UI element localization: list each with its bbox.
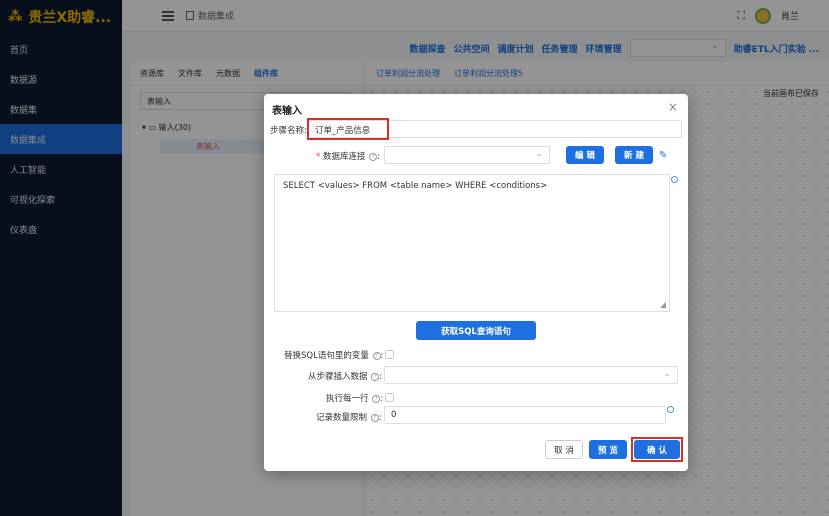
step-name-label: 步骤名称: [270, 126, 307, 136]
new-connection-button[interactable]: 新 建 [615, 146, 653, 164]
required-mark: * [316, 152, 321, 162]
get-sql-button[interactable]: 获取SQL查询语句 [416, 321, 536, 340]
highlight-box-step-name [307, 118, 389, 140]
limit-label: 记录数量限制 ?: [316, 413, 382, 423]
step-name-label-text: 步骤名称 [270, 126, 305, 136]
limit-label-text: 记录数量限制 [316, 413, 368, 423]
sql-text: SELECT <values> FROM <table name> WHERE … [283, 181, 548, 191]
help-icon[interactable]: ? [371, 372, 380, 381]
resize-handle-icon[interactable]: ◢ [660, 300, 666, 309]
insert-from-step-select[interactable]: ⌄ [384, 366, 678, 384]
db-connection-select[interactable]: ⌄ [384, 146, 550, 164]
exec-each-row-label-text: 执行每一行 [326, 394, 369, 404]
db-conn-label-text: 数据库连接 [322, 152, 366, 162]
insert-from-step-label: 从步骤插入数据 ?: [308, 372, 383, 382]
exec-each-row-label: 执行每一行 ?: [326, 394, 384, 404]
close-icon[interactable]: × [668, 100, 678, 114]
replace-vars-label: 替换SQL语句里的变量 ?: [284, 351, 384, 361]
cancel-button[interactable]: 取 消 [545, 440, 583, 459]
preview-button[interactable]: 预 览 [589, 440, 627, 459]
limit-input[interactable]: 0 [384, 406, 666, 424]
help-icon[interactable]: ? [370, 413, 379, 422]
help-icon[interactable]: ? [372, 394, 381, 403]
chevron-down-icon: ⌄ [535, 149, 543, 159]
sql-textarea[interactable]: SELECT <values> FROM <table name> WHERE … [274, 174, 670, 312]
clear-brush-icon[interactable]: ✎ [659, 150, 667, 161]
help-icon[interactable]: ? [369, 152, 378, 161]
replace-vars-checkbox[interactable] [385, 350, 394, 359]
db-conn-label: * 数据库连接 ?: [316, 152, 381, 162]
info-icon[interactable] [667, 406, 674, 413]
highlight-box-confirm [631, 437, 683, 462]
dialog-title: 表输入 [272, 106, 302, 117]
table-input-dialog: 表输入 × 步骤名称: 订单_产品信息 * 数据库连接 ?: ⌄ 编 辑 新 建… [264, 94, 688, 471]
chevron-down-icon: ⌄ [663, 369, 671, 379]
insert-from-step-label-text: 从步骤插入数据 [308, 372, 368, 382]
help-icon[interactable]: ? [372, 351, 381, 360]
exec-each-row-checkbox[interactable] [385, 393, 394, 402]
replace-vars-label-text: 替换SQL语句里的变量 [284, 351, 369, 361]
info-icon[interactable] [671, 176, 678, 183]
edit-connection-button[interactable]: 编 辑 [566, 146, 604, 164]
